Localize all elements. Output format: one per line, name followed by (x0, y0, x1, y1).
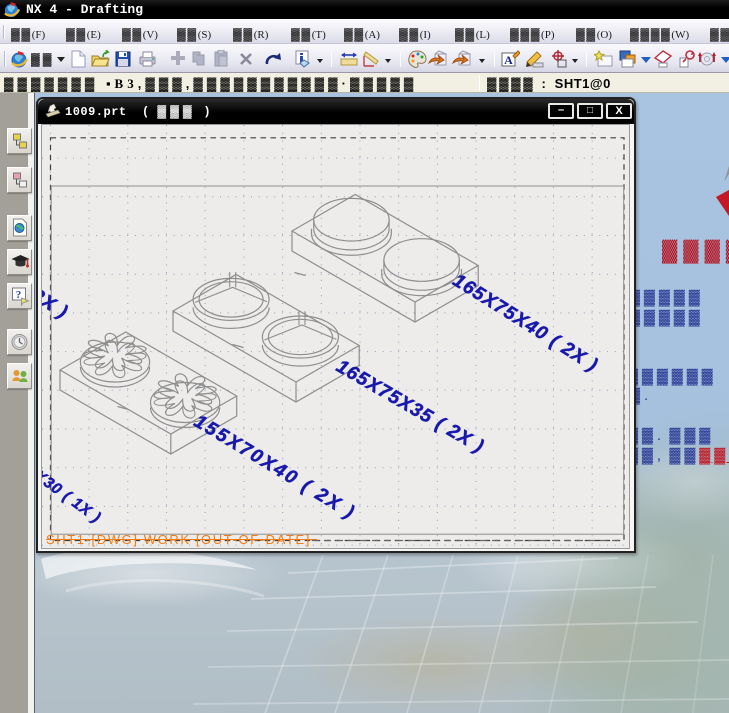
svg-text:?: ? (16, 289, 22, 301)
svg-text:A: A (504, 53, 513, 67)
